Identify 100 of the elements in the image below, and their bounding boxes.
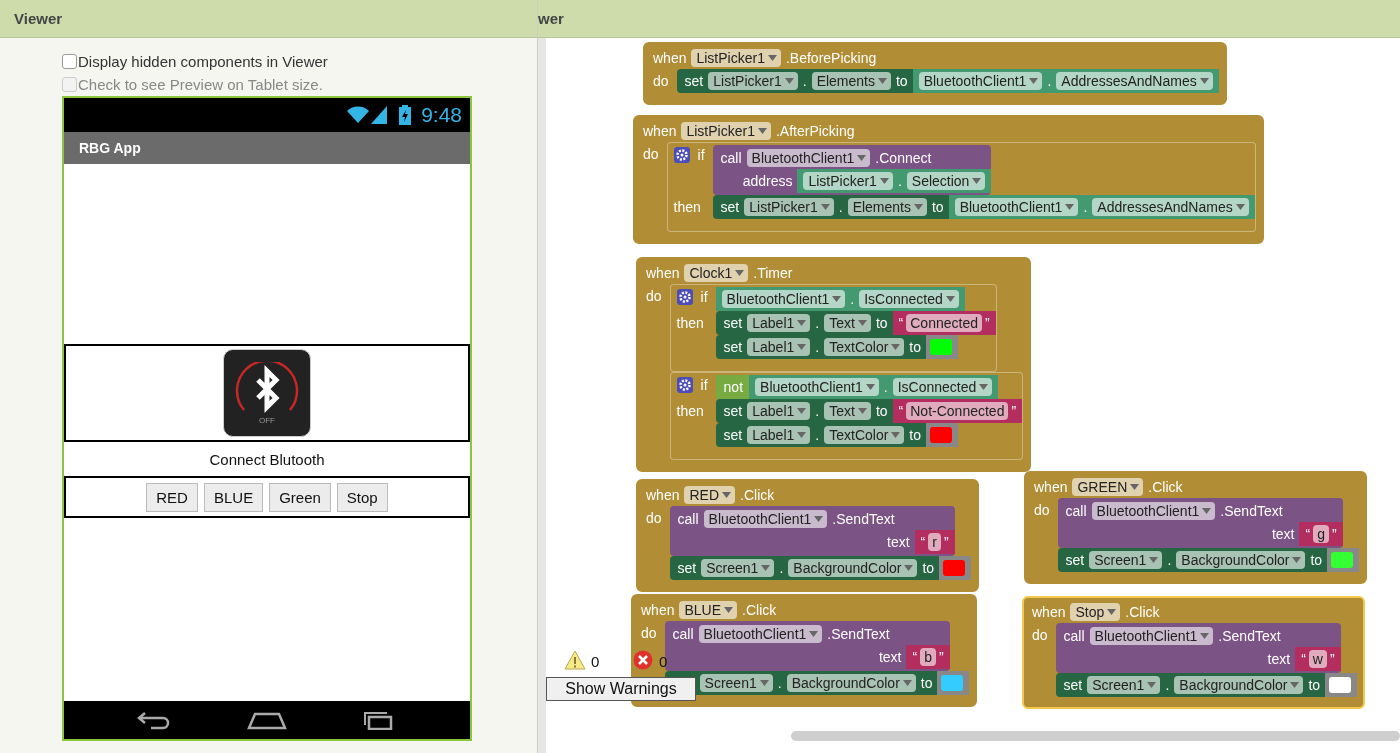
dropdown[interactable]: BLUE [679,601,738,619]
block-keyword: do [646,287,662,304]
dropdown[interactable]: BluetoothClient1 [918,72,1043,90]
dropdown[interactable]: BluetoothClient1 [698,625,823,643]
dropdown[interactable]: Screen1 [701,559,775,577]
dropdown[interactable]: BluetoothClient1 [954,198,1079,216]
dropdown[interactable]: BackgroundColor [786,674,916,692]
caret-icon [1292,557,1302,563]
dropdown[interactable]: ListPicker1 [708,72,798,90]
dropdown[interactable]: RED [684,486,736,504]
color-swatch[interactable] [1331,552,1354,568]
event-block[interactable] [636,257,1032,472]
dropdown[interactable]: Elements [811,72,891,90]
home-icon[interactable] [247,710,287,730]
block-keyword: do [1034,501,1050,518]
app-button[interactable]: Green [269,482,331,512]
dropdown[interactable]: IsConnected [859,290,959,308]
block-keyword: to [896,73,908,89]
caret-icon [784,78,794,84]
dropdown[interactable]: Label1 [747,426,811,444]
dropdown[interactable]: BackgroundColor [788,559,918,577]
app-button[interactable]: BLUE [203,482,264,512]
dropdown[interactable]: ListPicker1 [681,122,771,140]
text-value[interactable]: w [1308,650,1327,668]
app-button[interactable]: Stop [336,482,388,512]
dropdown[interactable]: ListPicker1 [691,49,781,67]
dropdown[interactable]: BluetoothClient1 [1091,502,1216,520]
scrollbar[interactable] [791,731,1400,741]
argument-label: text [887,534,910,550]
dropdown[interactable]: IsConnected [892,378,993,396]
color-swatch[interactable] [930,339,953,355]
block-keyword: to [1310,552,1323,568]
dropdown[interactable]: Elements [847,198,927,216]
dot-label: . [1165,677,1170,693]
caret-icon [820,204,830,210]
dropdown[interactable]: Screen1 [1089,551,1163,569]
dot-label: . [897,173,902,189]
dropdown[interactable]: Stop [1070,603,1121,621]
block-keyword: to [920,675,933,691]
dropdown[interactable]: Label1 [747,402,811,420]
color-swatch[interactable] [941,675,964,691]
dropdown[interactable]: Label1 [747,314,811,332]
dropdown[interactable]: AddressesAndNames [1092,198,1249,216]
color-swatch[interactable] [1329,677,1352,693]
dropdown[interactable]: BluetoothClient1 [746,149,871,167]
text-value[interactable]: b [920,648,936,666]
block-keyword: set [723,403,743,419]
block-keyword: then [676,314,705,333]
quote-mark: “ [1301,651,1306,667]
checkbox[interactable] [62,54,77,69]
dot-label: . [850,291,855,307]
quote-mark: “ [920,534,926,550]
dropdown[interactable]: ListPicker1 [803,172,893,190]
show-warnings-button[interactable]: Show Warnings [546,677,696,701]
dropdown[interactable]: Label1 [747,338,811,356]
dropdown[interactable]: Screen1 [1087,676,1161,694]
caret-icon [914,204,923,210]
dot-label: . [815,403,820,419]
dropdown[interactable]: BluetoothClient1 [703,510,828,528]
event-block[interactable]: when ListPicker1 .AfterPicking do if call BluetoothClient1 .Connect address ListPicker1 . Selection then set ListPicker1 . Elements to BluetoothClient1 . AddressesAndNames [633,115,1264,244]
gear-icon[interactable] [673,147,690,163]
dropdown[interactable]: BackgroundColor [1174,676,1304,694]
status-time: 9:48 [421,103,462,127]
dropdown[interactable]: Text [824,402,871,420]
event-block[interactable]: when ListPicker1 .BeforePicking do set ListPicker1 . Elements to BluetoothClient1 . AddressesAndNames [643,42,1227,105]
quote-mark: ” [938,649,944,665]
block-keyword: do [1032,626,1048,643]
event-block[interactable]: when Stop .Click do call BluetoothClient1 .SendText text “ w ” set Screen1 . BackgroundColor to [1022,596,1366,709]
dropdown[interactable]: BluetoothClient1 [721,290,846,308]
event-block[interactable]: when RED .Click do call BluetoothClient1 .SendText text “ r ” set Screen1 . BackgroundColor to [636,479,980,592]
block-keyword: set [677,560,697,576]
color-swatch[interactable] [930,427,953,443]
caret-icon [857,155,867,161]
caret-icon [902,680,912,686]
color-swatch[interactable] [943,560,966,576]
event-block[interactable]: when GREEN .Click do call BluetoothClient1 .SendText text “ g ” set Screen1 . BackgroundColor to [1024,471,1368,584]
text-value[interactable]: r [928,533,941,551]
dropdown[interactable]: TextColor [824,338,905,356]
caret-icon [857,320,867,326]
text-value[interactable]: Not-Connected [906,402,1009,420]
dropdown[interactable]: AddressesAndNames [1056,72,1213,90]
dropdown[interactable]: GREEN [1072,478,1144,496]
dropdown[interactable]: BackgroundColor [1176,551,1306,569]
gear-icon[interactable] [676,289,693,305]
dropdown[interactable]: Screen1 [699,674,773,692]
app-button[interactable]: RED [146,482,198,512]
dropdown[interactable]: ListPicker1 [744,198,834,216]
dot-label: . [802,73,807,89]
warning-icon [564,650,586,670]
dropdown[interactable]: Text [824,314,871,332]
dropdown[interactable]: Selection [906,172,986,190]
dropdown[interactable]: Clock1 [684,264,749,282]
dropdown[interactable]: BluetoothClient1 [755,378,879,396]
block-keyword: when [1034,479,1068,495]
text-value[interactable]: Connected [906,314,982,332]
dropdown[interactable]: TextColor [824,426,905,444]
dropdown[interactable]: BluetoothClient1 [1089,627,1214,645]
text-value[interactable]: g [1313,525,1329,543]
gear-icon[interactable] [676,377,693,393]
dot-label: . [883,379,888,395]
